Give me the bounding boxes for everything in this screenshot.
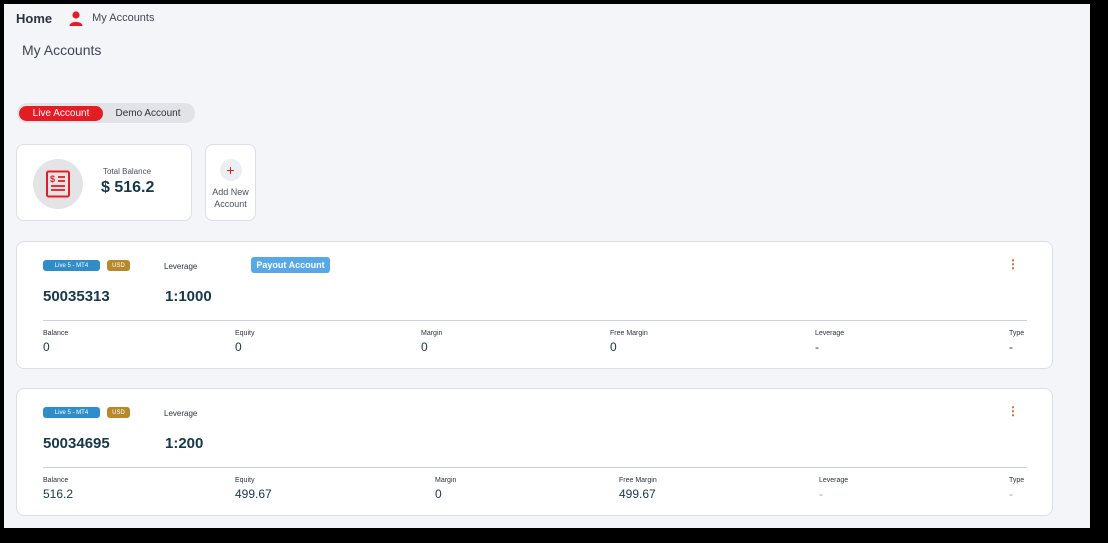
invoice-dollar-icon: $ (33, 159, 83, 209)
more-vertical-icon[interactable]: ⋮ (1007, 258, 1019, 270)
account-type-badge: Live 5 - MT4 (43, 260, 100, 271)
stat-leverage: Leverage - (819, 477, 849, 501)
account-type-toggle: Live Account Demo Account (17, 103, 195, 123)
add-account-label-line1: Add New (212, 187, 249, 197)
home-link[interactable]: Home (16, 11, 52, 26)
user-icon (68, 10, 84, 26)
live-account-tab[interactable]: Live Account (19, 105, 103, 121)
account-number: 50034695 (43, 435, 110, 452)
account-leverage: 1:200 (165, 435, 204, 452)
stat-leverage: Leverage - (815, 330, 845, 354)
stat-balance: Balance 516.2 (43, 477, 74, 501)
currency-badge: USD (107, 260, 130, 271)
add-new-account-button[interactable]: + Add New Account (205, 144, 256, 221)
stat-type: Type - (1009, 330, 1025, 354)
payout-account-badge: Payout Account (251, 257, 330, 273)
leverage-label: Leverage (164, 409, 198, 418)
stat-equity: Equity 499.67 (235, 477, 272, 501)
divider (43, 467, 1027, 468)
stat-equity: Equity 0 (235, 330, 255, 354)
page-title: My Accounts (22, 42, 102, 58)
stat-margin: Margin 0 (435, 477, 457, 501)
stat-margin: Margin 0 (421, 330, 443, 354)
breadcrumb: Home My Accounts (4, 4, 1090, 32)
total-balance-label: Total Balance (103, 167, 152, 176)
account-number: 50035313 (43, 288, 110, 305)
more-vertical-icon[interactable]: ⋮ (1007, 405, 1019, 417)
add-account-label-line2: Account (214, 199, 247, 209)
stat-type: Type - (1009, 477, 1025, 501)
leverage-label: Leverage (164, 262, 198, 271)
stat-free-margin: Free Margin 0 (610, 330, 648, 354)
plus-icon: + (219, 159, 242, 181)
total-balance-card: $ Total Balance $ 516.2 (16, 144, 192, 221)
divider (43, 320, 1027, 321)
svg-text:$: $ (50, 174, 55, 184)
breadcrumb-my-accounts[interactable]: My Accounts (92, 12, 154, 24)
account-card[interactable]: Live 5 - MT4 USD Leverage ⋮ 50034695 1:2… (16, 388, 1053, 516)
currency-badge: USD (107, 407, 130, 418)
account-card[interactable]: Live 5 - MT4 USD Leverage Payout Account… (16, 241, 1053, 369)
app-frame: Home My Accounts My Accounts Live Accoun… (4, 4, 1090, 528)
stat-balance: Balance 0 (43, 330, 69, 354)
stat-free-margin: Free Margin 499.67 (619, 477, 657, 501)
demo-account-tab[interactable]: Demo Account (103, 103, 193, 123)
account-type-badge: Live 5 - MT4 (43, 407, 100, 418)
account-leverage: 1:1000 (165, 288, 212, 305)
total-balance-value: $ 516.2 (101, 179, 155, 196)
